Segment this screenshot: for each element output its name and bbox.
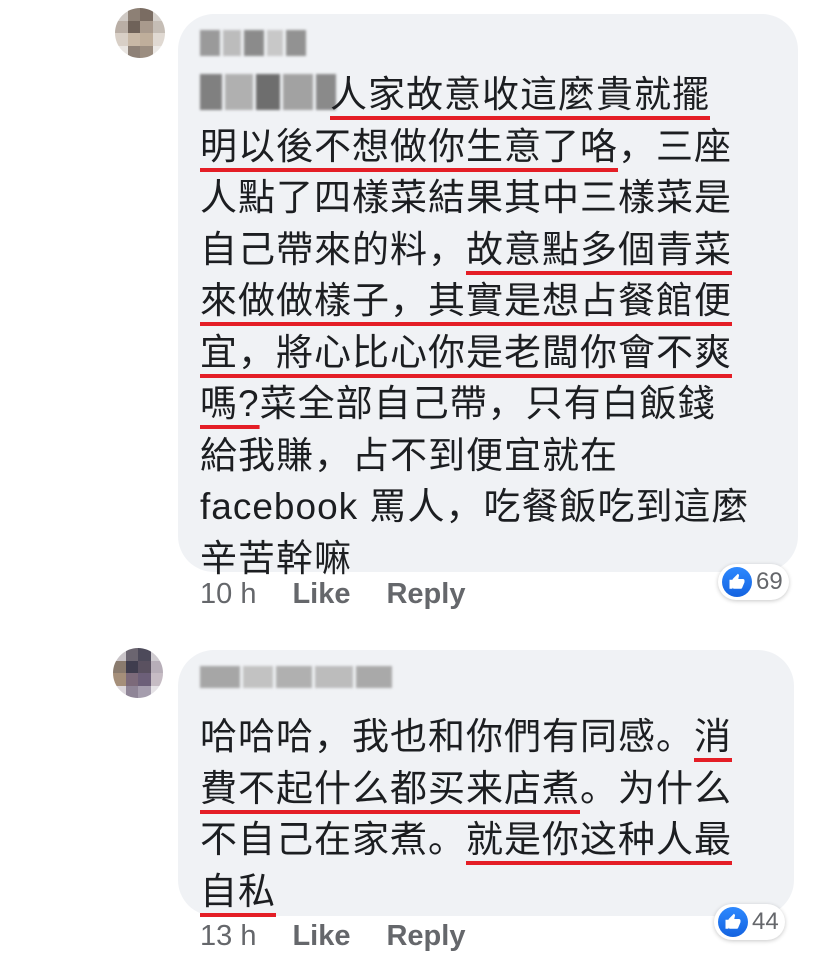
text-segment: 人點了四樣菜結果其中三樣菜是 [200,177,732,218]
like-button[interactable]: Like [292,578,350,611]
underlined-text: 故意點多個青菜 [466,228,732,270]
comment-text: 哈哈哈，我也和你們有同感。消 費不起什么都买来店煮。为什么 不自己在家煮。就是你这种… [200,711,780,917]
reply-button[interactable]: Reply [386,578,465,611]
like-button[interactable]: Like [292,920,350,953]
reply-button[interactable]: Reply [386,920,465,953]
comment-text-line: 嗎?菜全部自己帶，只有白飯錢 [200,378,780,430]
comment-text-line: 人點了四樣菜結果其中三樣菜是 [200,172,780,224]
comment-text-line: 人家故意收這麼貴就擺 [200,69,780,121]
comment-text-line: 費不起什么都买来店煮。为什么 [200,763,780,815]
comment-text: 人家故意收這麼貴就擺 明以後不想做你生意了咯，三座 人點了四樣菜結果其中三樣菜是 自己… [200,69,780,584]
text-segment: 給我賺，占不到便宜就在 [200,434,618,476]
timestamp[interactable]: 13 h [200,920,256,953]
author-name-redacted[interactable] [200,30,306,56]
comment: 人家故意收這麼貴就擺 明以後不想做你生意了咯，三座 人點了四樣菜結果其中三樣菜是 自己… [0,0,828,640]
underlined-text: 費不起什么都买来店煮 [200,767,580,809]
comment-text-line: 自己帶來的料，故意點多個青菜 [200,224,780,276]
author-name-redacted[interactable] [200,666,392,688]
underlined-text: 嗎? [200,383,260,424]
underlined-text: 宜，將心比心你是老闆你會不爽 [200,331,732,373]
underlined-text: 來做做樣子 [200,280,390,321]
reaction-summary[interactable]: 69 [718,564,789,600]
text-segment: 不自己在家煮。 [200,819,466,860]
underlined-text: 消 [694,716,732,757]
text-segment: ，三座 [618,125,732,167]
thumbs-up-icon [722,567,752,597]
text-segment: 辛苦幹嘛 [200,537,352,579]
reaction-count: 69 [756,568,783,595]
thumbs-up-icon [718,907,748,937]
underlined-text: 明以後不想做你生意了咯 [200,125,618,167]
underlined-text: 人家故意收這麼貴就擺 [330,74,710,115]
avatar[interactable] [113,648,163,698]
comment-text-line: 哈哈哈，我也和你們有同感。消 [200,711,780,763]
comment-text-line: 來做做樣子，其實是想占餐館便 [200,275,780,327]
text-segment: 。为什么 [580,767,732,809]
comment-text-line: 明以後不想做你生意了咯，三座 [200,121,780,173]
comment-text-line: 給我賺，占不到便宜就在 [200,430,780,482]
timestamp[interactable]: 10 h [200,578,256,611]
text-segment: 哈哈哈，我也和你們有同感。 [200,716,694,757]
comment-text-line: facebook 罵人，吃餐飯吃到這麼 [200,481,780,533]
comment-actions: 10 h Like Reply [200,578,501,611]
avatar[interactable] [115,8,165,58]
comment-actions: 13 h Like Reply [200,920,501,953]
comment-text-line: 不自己在家煮。就是你这种人最 [200,814,780,866]
underlined-text: 自私 [200,870,276,912]
comment-text-line: 自私 [200,866,780,918]
comment-text-line: 辛苦幹嘛 [200,533,780,585]
underlined-text: 就是你这种人最 [466,819,732,860]
reaction-count: 44 [752,908,779,935]
text-segment: 菜全部自己帶，只有白飯錢 [259,383,716,424]
comment: 哈哈哈，我也和你們有同感。消 費不起什么都买来店煮。为什么 不自己在家煮。就是你这种… [0,640,828,958]
text-segment: facebook 罵人，吃餐飯吃到這麼 [200,486,750,527]
comment-text-line: 宜，將心比心你是老闆你會不爽 [200,327,780,379]
text-segment: 自己帶來的料， [200,228,466,270]
reaction-summary[interactable]: 44 [714,904,785,940]
underlined-text: ，其實是想占餐館便 [390,280,732,321]
